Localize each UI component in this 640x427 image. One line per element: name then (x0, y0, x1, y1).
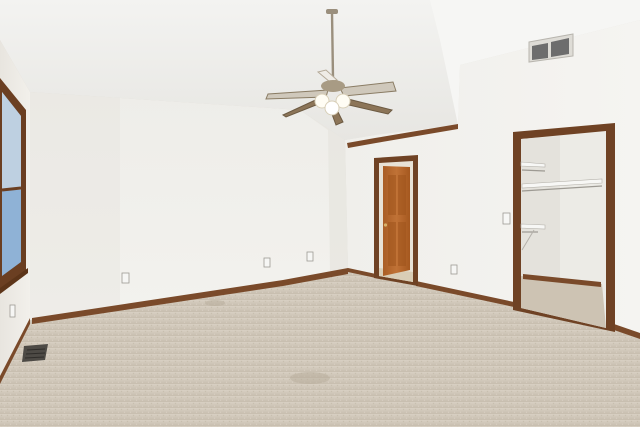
light-switch-icon (502, 212, 511, 225)
hallway-doorway (374, 155, 418, 286)
closet-doorway (513, 123, 615, 332)
room-illustration (0, 0, 640, 427)
floor-vent-icon (22, 344, 48, 362)
window (0, 78, 28, 294)
bedroom-photo (0, 0, 640, 427)
